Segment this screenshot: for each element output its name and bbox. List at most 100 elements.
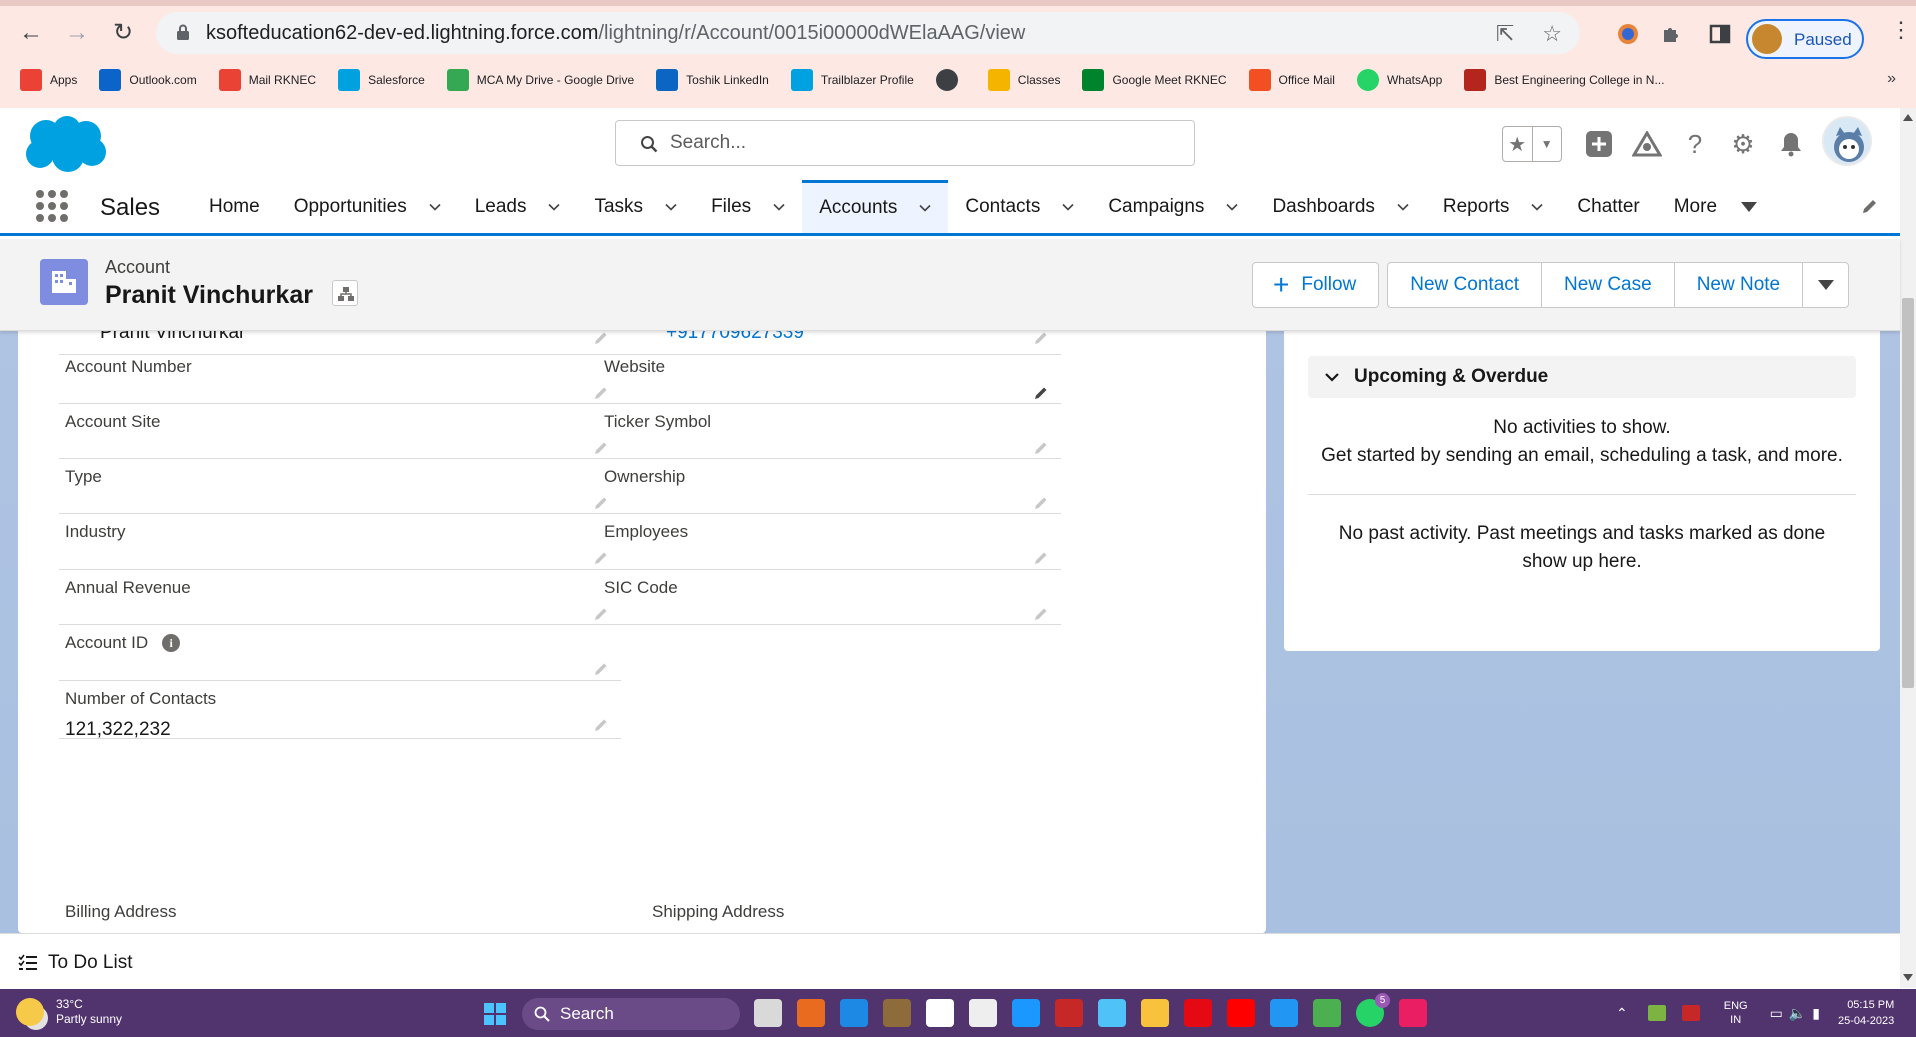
bookmark-item[interactable]: Salesforce: [338, 69, 425, 91]
chevron-down-icon[interactable]: [1531, 201, 1543, 213]
tab-reports[interactable]: Reports: [1426, 180, 1561, 233]
tab-home[interactable]: Home: [192, 180, 277, 233]
chrome-icon[interactable]: [1313, 999, 1341, 1027]
system-clock[interactable]: 05:15 PM 25-04-2023: [1838, 997, 1894, 1029]
scroll-down-arrow-icon[interactable]: [1903, 974, 1913, 981]
new-case-button[interactable]: New Case: [1542, 262, 1675, 308]
tab-more[interactable]: More: [1657, 180, 1774, 233]
bookmark-item[interactable]: Trailblazer Profile: [790, 69, 914, 91]
bookmark-item[interactable]: Classes: [987, 69, 1060, 91]
favorite-star-icon[interactable]: ★: [1503, 127, 1532, 161]
more-actions-button[interactable]: [1803, 262, 1850, 308]
notepad-icon[interactable]: [1098, 999, 1126, 1027]
profile-paused-button[interactable]: Paused: [1746, 19, 1864, 59]
car-game-icon[interactable]: [1055, 999, 1083, 1027]
bookmark-item[interactable]: Mail RKNEC: [218, 69, 316, 91]
address-bar[interactable]: ksofteducation62-dev-ed.lightning.force.…: [156, 12, 1580, 54]
weather-widget[interactable]: 33°C Partly sunny: [16, 997, 122, 1027]
tab-files[interactable]: Files: [694, 180, 802, 233]
user-avatar[interactable]: [1822, 116, 1872, 166]
edit-pencil-icon[interactable]: [1033, 550, 1049, 566]
bookmark-item[interactable]: Toshik LinkedIn: [656, 69, 769, 91]
chevron-down-icon[interactable]: [665, 201, 677, 213]
info-icon[interactable]: i: [162, 634, 181, 652]
favorites-dropdown-icon[interactable]: ▼: [1531, 127, 1562, 161]
reload-icon[interactable]: ↻: [110, 20, 136, 46]
prime-video-icon[interactable]: [1012, 999, 1040, 1027]
tab-contacts[interactable]: Contacts: [948, 180, 1091, 233]
network-icon[interactable]: ▭: [1770, 1005, 1783, 1022]
bookmark-item[interactable]: WhatsApp: [1356, 69, 1442, 91]
scroll-up-arrow-icon[interactable]: [1903, 114, 1913, 121]
bookmarks-overflow-icon[interactable]: »: [1887, 70, 1896, 88]
edit-pencil-icon[interactable]: [1033, 606, 1049, 622]
view-hierarchy-button[interactable]: [332, 280, 358, 306]
edit-pencil-icon[interactable]: [1033, 495, 1049, 511]
trailhead-icon[interactable]: [1632, 129, 1662, 159]
notion-like-icon[interactable]: [926, 999, 954, 1027]
todo-list-utility[interactable]: To Do List: [18, 952, 132, 974]
bookmark-item[interactable]: Google Meet RKNEC: [1082, 69, 1227, 91]
bookmark-star-icon[interactable]: ☆: [1542, 21, 1562, 47]
global-search[interactable]: [615, 120, 1195, 166]
bookmark-item[interactable]: Best Engineering College in N...: [1464, 69, 1664, 91]
browser-menu-icon[interactable]: ⋮: [1890, 19, 1912, 52]
bookmark-item[interactable]: Outlook.com: [99, 69, 197, 91]
tray-app-icon[interactable]: [1681, 1005, 1700, 1021]
tab-leads[interactable]: Leads: [458, 180, 578, 233]
app-launcher-icon[interactable]: [36, 190, 68, 222]
chevron-down-icon[interactable]: [1062, 201, 1074, 213]
tab-dashboards[interactable]: Dashboards: [1255, 180, 1425, 233]
whatsapp-icon[interactable]: 5: [1356, 993, 1390, 1027]
file-explorer-icon[interactable]: [754, 999, 782, 1027]
extension-icon[interactable]: [1616, 22, 1640, 46]
search-input[interactable]: [670, 131, 1170, 155]
tab-tasks[interactable]: Tasks: [577, 180, 694, 233]
chevron-down-icon[interactable]: [1397, 201, 1409, 213]
help-icon[interactable]: ?: [1680, 129, 1710, 159]
tray-app-icon[interactable]: [1647, 1005, 1666, 1021]
edit-pencil-icon[interactable]: [1033, 330, 1049, 346]
global-actions-icon[interactable]: [1584, 129, 1614, 159]
tab-opportunities[interactable]: Opportunities: [277, 180, 458, 233]
chevron-down-icon[interactable]: [548, 201, 561, 213]
follow-button[interactable]: + Follow: [1252, 262, 1380, 308]
back-icon[interactable]: ←: [18, 20, 44, 46]
share-icon[interactable]: ⇱: [1496, 21, 1514, 47]
edit-nav-pencil-icon[interactable]: [1860, 196, 1880, 216]
chevron-down-icon[interactable]: [1226, 201, 1239, 213]
office-app-icon[interactable]: [797, 999, 825, 1027]
folder-icon[interactable]: [1141, 999, 1169, 1027]
youtube-icon[interactable]: [1227, 999, 1255, 1027]
edit-pencil-icon[interactable]: [593, 661, 609, 677]
windows-start-icon[interactable]: [484, 1003, 506, 1025]
volume-icon[interactable]: 🔈: [1789, 1005, 1806, 1022]
new-note-button[interactable]: New Note: [1674, 262, 1804, 308]
vscode-icon[interactable]: [1270, 999, 1298, 1027]
lock-icon[interactable]: [176, 23, 190, 41]
show-hidden-icons-icon[interactable]: ⌃: [1616, 1005, 1628, 1022]
notifications-bell-icon[interactable]: [1776, 129, 1806, 159]
netflix-icon[interactable]: [1184, 999, 1212, 1027]
salesforce-logo[interactable]: [22, 114, 108, 174]
chevron-down-icon[interactable]: [429, 201, 441, 213]
tab-accounts[interactable]: Accounts: [802, 180, 949, 233]
media-player-icon[interactable]: [969, 999, 997, 1027]
edit-pencil-icon[interactable]: [1033, 440, 1049, 456]
new-contact-button[interactable]: New Contact: [1387, 262, 1543, 308]
battery-icon[interactable]: ▮: [1812, 1005, 1820, 1022]
bookmark-item[interactable]: Apps: [20, 69, 77, 91]
tab-campaigns[interactable]: Campaigns: [1091, 180, 1255, 233]
side-panel-icon[interactable]: [1708, 22, 1732, 46]
upcoming-overdue-section-header[interactable]: Upcoming & Overdue: [1308, 356, 1856, 398]
taskbar-search[interactable]: Search: [522, 998, 740, 1030]
forward-icon[interactable]: →: [64, 20, 90, 46]
scrollbar-thumb[interactable]: [1902, 298, 1914, 688]
edit-pencil-icon[interactable]: [593, 717, 609, 733]
setup-gear-icon[interactable]: ⚙: [1728, 129, 1758, 159]
game-icon[interactable]: [883, 999, 911, 1027]
page-scrollbar[interactable]: [1900, 108, 1916, 988]
puzzle-icon[interactable]: [1660, 22, 1684, 46]
tab-chatter[interactable]: Chatter: [1560, 180, 1656, 233]
language-indicator[interactable]: ENG IN: [1724, 999, 1748, 1027]
